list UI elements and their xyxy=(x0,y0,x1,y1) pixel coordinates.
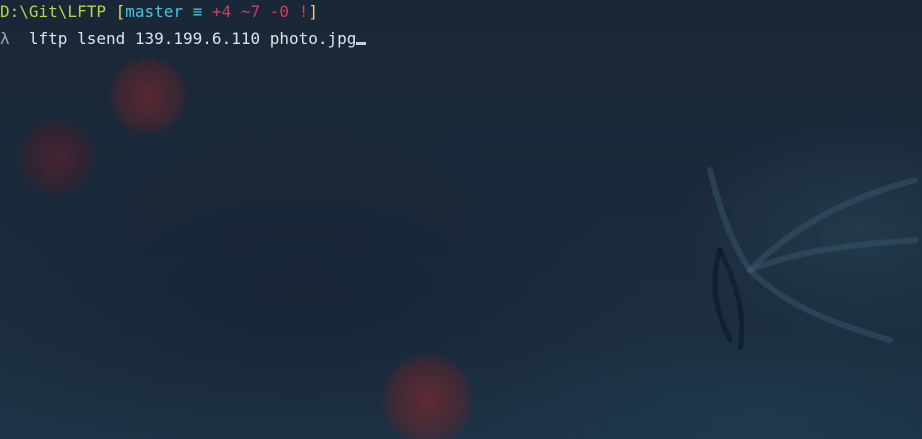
lambda-prompt-icon: λ xyxy=(0,29,10,48)
text-cursor xyxy=(356,42,367,45)
wallpaper-bokeh xyxy=(18,118,96,196)
git-branch: master xyxy=(125,2,184,21)
prompt-path: D:\Git\LFTP xyxy=(0,2,106,21)
git-sync-icon: ≡ xyxy=(192,2,203,21)
command-line[interactable]: λ lftp lsend 139.199.6.110 photo.jpg xyxy=(0,27,367,54)
prompt-line: D:\Git\LFTP [master ≡ +4 ~7 -0 !] xyxy=(0,0,366,27)
git-modified: ~7 xyxy=(240,2,261,21)
git-conflict: ! xyxy=(298,2,309,21)
git-added: +4 xyxy=(211,2,232,21)
git-bracket-open: [ xyxy=(115,2,126,21)
command-input[interactable]: lftp lsend 139.199.6.110 photo.jpg xyxy=(29,29,357,48)
git-bracket-close: ] xyxy=(308,2,318,21)
terminal-output: D:\Git\LFTP [master ≡ +4 ~7 -0 !] λ lftp… xyxy=(0,0,367,54)
git-deleted: -0 xyxy=(269,2,290,21)
terminal-window[interactable]: D:\Git\LFTP [master ≡ +4 ~7 -0 !] λ lftp… xyxy=(0,0,922,439)
wallpaper-bokeh xyxy=(380,352,475,439)
wallpaper-palm xyxy=(707,167,918,350)
wallpaper-bokeh xyxy=(108,55,188,135)
